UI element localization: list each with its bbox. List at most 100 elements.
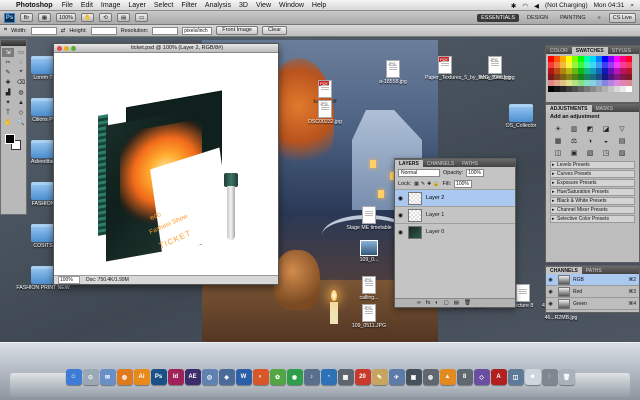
zoom-level-select[interactable]: 100%: [56, 13, 77, 22]
menu-app-name[interactable]: Photoshop: [16, 2, 53, 9]
healing-tool-icon[interactable]: ✚: [2, 78, 14, 87]
lasso-tool-icon[interactable]: ✂: [2, 58, 14, 67]
eraser-tool-icon[interactable]: ⌫: [15, 78, 27, 87]
resolution-field[interactable]: [152, 26, 179, 35]
tab-adjustments[interactable]: ADJUSTMENTS: [546, 105, 592, 112]
bridge-button[interactable]: Br: [20, 13, 33, 22]
visibility-eye-icon[interactable]: ◉: [395, 195, 406, 202]
preset-levels[interactable]: Levels Presets: [550, 161, 635, 169]
workspace-more[interactable]: »: [594, 14, 605, 22]
preset-black-white[interactable]: Black & White Presets: [550, 197, 635, 205]
acrobat-icon[interactable]: A: [490, 369, 507, 385]
battery-status[interactable]: (Not Charging): [545, 2, 588, 9]
desktop-icon[interactable]: 109_0511.JPG: [346, 304, 392, 329]
type-tool-icon[interactable]: T: [2, 108, 14, 117]
menu-window[interactable]: Window: [279, 2, 304, 9]
menu-edit[interactable]: Edit: [81, 2, 93, 9]
posterize-icon[interactable]: ▣: [568, 148, 580, 158]
curves-icon[interactable]: ◩: [584, 124, 596, 134]
channel-mixer-icon[interactable]: ▤: [616, 136, 628, 146]
document-canvas[interactable]: eco Fashion Show TICKET: [54, 53, 278, 275]
menu-analysis[interactable]: Analysis: [205, 2, 231, 9]
delete-layer-icon[interactable]: 🗑: [464, 300, 471, 306]
skype-icon[interactable]: ◔: [320, 369, 337, 385]
textedit-icon[interactable]: ✎: [371, 369, 388, 385]
grid-icon[interactable]: ▦: [337, 369, 354, 385]
tab-styles[interactable]: STYLES: [608, 47, 635, 54]
menu-3d[interactable]: 3D: [239, 2, 248, 9]
selective-color-icon[interactable]: ▨: [616, 148, 628, 158]
adjustment-layer-icon[interactable]: ◐: [435, 300, 438, 306]
volume-icon[interactable]: ◀: [534, 2, 539, 10]
vibrance-icon[interactable]: ▽: [616, 124, 628, 134]
channel-row[interactable]: ◉ Green ⌘4: [546, 298, 639, 310]
visibility-eye-icon[interactable]: ◉: [546, 277, 555, 283]
visibility-eye-icon[interactable]: ◉: [395, 229, 406, 236]
tab-color[interactable]: COLOR: [546, 47, 572, 54]
front-image-button[interactable]: Front Image: [216, 26, 258, 35]
channel-row[interactable]: ◉ RGB ⌘2: [546, 274, 639, 286]
desktop-icon[interactable]: OS_Collector: [498, 104, 544, 129]
resolution-unit-select[interactable]: pixels/inch: [182, 26, 213, 35]
layer-row[interactable]: ◉ Layer 2: [395, 189, 515, 206]
clock[interactable]: Mon 04:31: [594, 2, 625, 9]
blend-mode-select[interactable]: Normal: [398, 168, 440, 177]
lock-all-icon[interactable]: 🔒: [433, 181, 439, 187]
cs-live-button[interactable]: CS Live: [608, 13, 636, 23]
lock-position-icon[interactable]: ✚: [427, 181, 431, 187]
pen-tool-icon[interactable]: ▲: [15, 98, 27, 107]
visibility-eye-icon[interactable]: ◉: [546, 289, 555, 295]
preview-icon[interactable]: ◫: [507, 369, 524, 385]
threshold-icon[interactable]: ▧: [584, 148, 596, 158]
itunes-icon[interactable]: ✿: [269, 369, 286, 385]
mail-stamp-icon[interactable]: ✈: [388, 369, 405, 385]
visibility-eye-icon[interactable]: ◉: [395, 212, 406, 219]
finder-icon[interactable]: ☺: [65, 369, 82, 385]
gray-swatch[interactable]: [626, 86, 632, 92]
width-field[interactable]: [30, 26, 57, 35]
bluetooth-icon[interactable]: ✱: [511, 2, 516, 10]
view-extras-button[interactable]: ▦: [38, 13, 51, 22]
downloads-icon[interactable]: ☻: [524, 369, 541, 385]
menu-help[interactable]: Help: [312, 2, 326, 9]
desktop-icon[interactable]: Stage ME timetable: [346, 206, 392, 231]
document-titlebar[interactable]: ticket.psd @ 100% (Layer 2, RGB/8#): [54, 44, 278, 53]
photo-booth-icon[interactable]: ◈: [218, 369, 235, 385]
arrange-documents-button[interactable]: ▤: [117, 13, 131, 22]
menu-layer[interactable]: Layer: [128, 2, 146, 9]
exposure-icon[interactable]: ◪: [600, 124, 612, 134]
menu-filter[interactable]: Filter: [181, 2, 197, 9]
tab-channels[interactable]: CHANNELS: [546, 267, 582, 274]
documents-icon[interactable]: ◌: [541, 369, 558, 385]
desktop-icon[interactable]: DSC00232.jpg: [302, 100, 348, 125]
menu-image[interactable]: Image: [101, 2, 120, 9]
dashboard-icon[interactable]: ⊙: [82, 369, 99, 385]
height-field[interactable]: [90, 26, 117, 35]
music-icon[interactable]: ♪: [303, 369, 320, 385]
desktop-icon[interactable]: 109_0...: [346, 240, 392, 263]
crop-tool-icon[interactable]: ✎: [2, 68, 14, 77]
lock-pixels-icon[interactable]: ✎: [421, 181, 425, 187]
ichat-icon[interactable]: ◎: [201, 369, 218, 385]
calendar-icon[interactable]: 20: [354, 369, 371, 385]
zoom-tool-icon[interactable]: 🔍: [15, 118, 27, 127]
desktop-icon[interactable]: IMG_8046.jpg: [472, 56, 518, 81]
workspace-painting[interactable]: PAINTING: [556, 14, 590, 22]
brightness-contrast-icon[interactable]: ☀: [552, 124, 564, 134]
tab-masks[interactable]: MASKS: [592, 105, 618, 112]
shape-tool-icon[interactable]: ◇: [15, 108, 27, 117]
firefox-icon[interactable]: ◍: [116, 369, 133, 385]
marquee-tool-icon[interactable]: ▭: [15, 48, 27, 57]
invert-icon[interactable]: ◫: [552, 148, 564, 158]
tab-swatches[interactable]: SWATCHES: [571, 47, 608, 54]
preset-curves[interactable]: Curves Presets: [550, 170, 635, 178]
fill-field[interactable]: 100%: [454, 179, 473, 188]
blur-tool-icon[interactable]: ◍: [15, 88, 27, 97]
wifi-icon[interactable]: ◠: [522, 2, 528, 10]
desktop-icon[interactable]: Paper_Textures_5_by_linmy_Stock.jpg: [422, 56, 515, 81]
visibility-eye-icon[interactable]: ◉: [546, 301, 555, 307]
indesign-icon[interactable]: Id: [167, 369, 184, 385]
mail-icon[interactable]: ✉: [99, 369, 116, 385]
word-icon[interactable]: W: [235, 369, 252, 385]
close-icon[interactable]: [57, 45, 62, 51]
